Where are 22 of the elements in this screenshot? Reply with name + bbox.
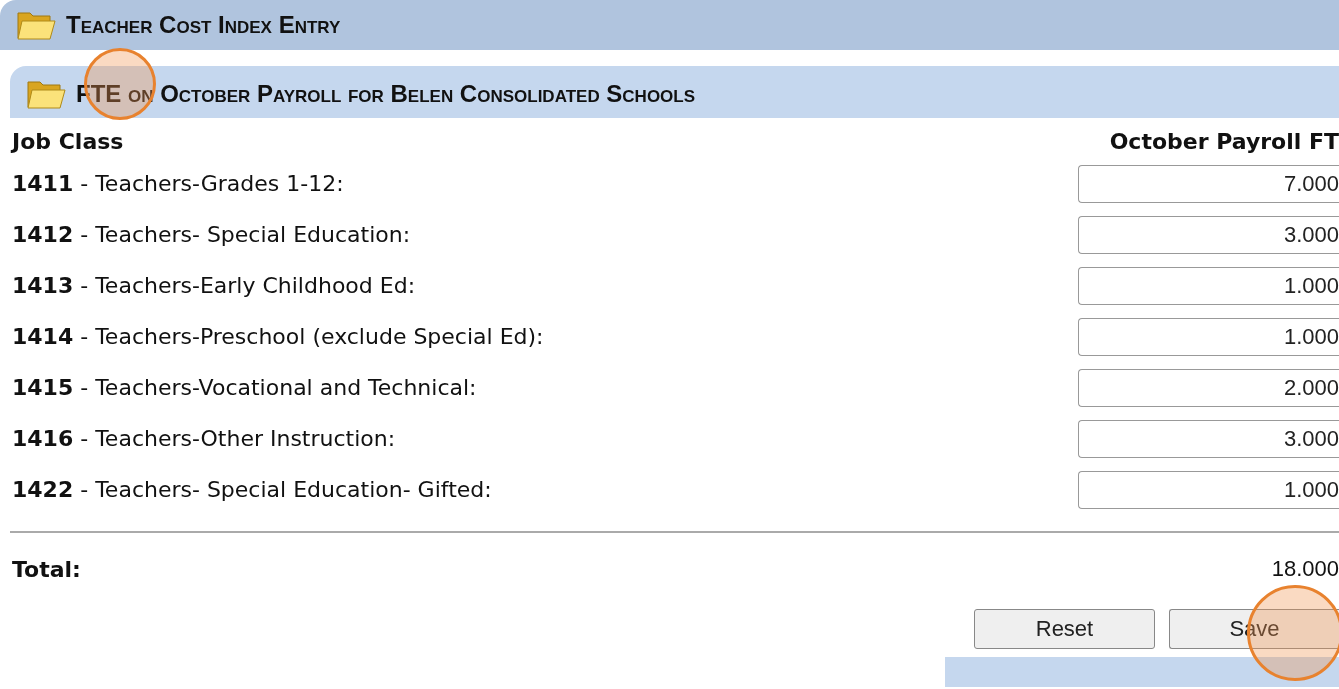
folder-icon [26,78,66,110]
job-class-label: 1413 - Teachers-Early Childhood Ed: [12,273,416,298]
job-class-label: 1416 - Teachers-Other Instruction: [12,426,396,451]
fte-input-field[interactable]: 1.000 [1078,470,1339,509]
total-value: 18.000 [1271,556,1339,582]
total-label: Total: [12,556,81,582]
page-title: Teacher Cost Index Entry [66,11,341,39]
job-class-label: 1415 - Teachers-Vocational and Technical: [12,375,477,400]
fte-input-field[interactable]: 3.000 [1078,419,1339,458]
fte-input-field[interactable]: 7.000 [1078,164,1339,203]
fte-input-field[interactable]: 1.000 [1078,317,1339,356]
job-class-label: 1411 - Teachers-Grades 1-12: [12,171,344,196]
folder-icon [16,9,56,41]
fte-input-field[interactable]: 1.000 [1078,266,1339,305]
job-class-label: 1414 - Teachers-Preschool (exclude Special Ed): [12,324,544,349]
column-header: October Payroll FT [1109,129,1339,154]
reset-button[interactable]: Reset [974,609,1155,649]
fte-input-field[interactable]: 3.000 [1078,215,1339,254]
job-class-label: 1422 - Teachers- Special Education- Gifted: [12,477,492,502]
fte-input-field[interactable]: 2.000 [1078,368,1339,407]
job-class-label: 1412 - Teachers- Special Education: [12,222,411,247]
column-header: Job Class [12,129,124,154]
